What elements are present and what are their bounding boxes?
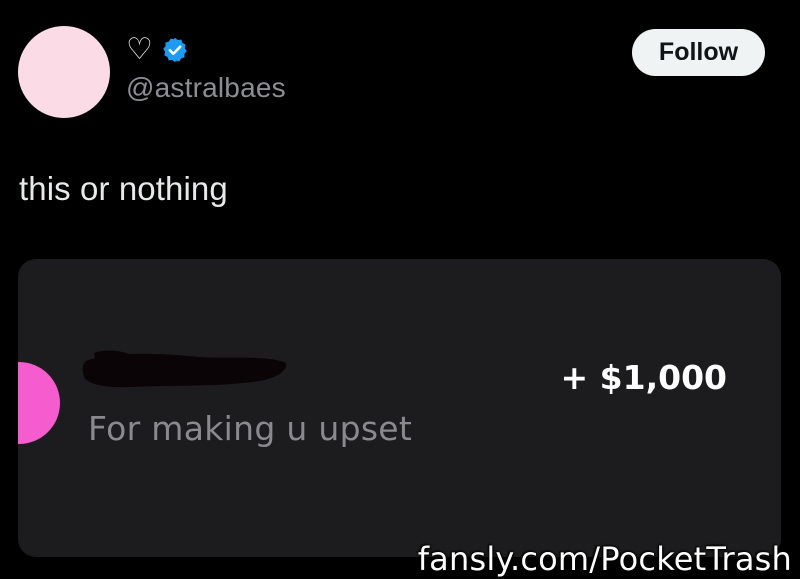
tip-note: For making u upset — [88, 409, 413, 448]
sender-avatar — [18, 362, 60, 444]
user-handle[interactable]: @astralbaes — [126, 72, 286, 104]
post-text: this or nothing — [19, 170, 228, 207]
avatar[interactable] — [18, 26, 110, 118]
heart-outline-icon: ♡ — [126, 32, 153, 67]
post-view: ♡ @astralbaes Follow this or nothing For… — [0, 0, 800, 579]
tip-amount: + $1,000 — [560, 358, 727, 397]
verified-badge-icon — [163, 37, 187, 63]
tip-card: For making u upset + $1,000 — [18, 259, 781, 557]
display-name-row[interactable]: ♡ — [126, 34, 189, 66]
watermark-text: fansly.com/PocketTrash — [417, 540, 792, 578]
redacted-sender-name — [82, 350, 287, 388]
follow-button[interactable]: Follow — [632, 29, 765, 76]
